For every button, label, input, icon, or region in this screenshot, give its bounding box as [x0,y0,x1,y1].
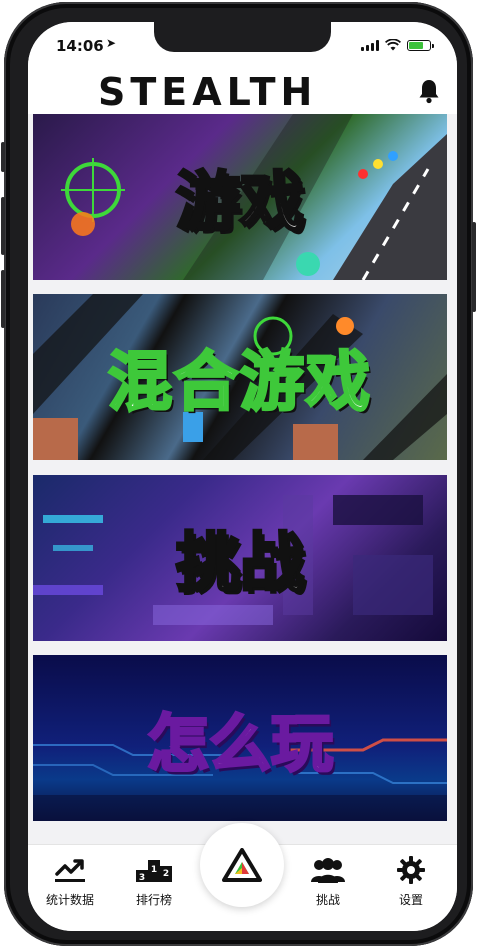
podium-icon: 3 1 2 [136,860,172,883]
tile-mixed-games-title: 混合游戏 [107,345,372,422]
stealth-logo: STEALTH [98,70,317,114]
users-icon [311,858,345,883]
status-icons [361,39,434,51]
signal-icon [361,39,379,51]
tile-how-to-play[interactable]: 怎么玩 [33,655,447,821]
nav-label-leaderboard: 排行榜 [135,893,172,907]
podium-digit-second: 2 [163,869,169,879]
bell-icon[interactable] [417,78,441,104]
mute-switch [1,142,5,172]
tile-mixed-games[interactable]: 混合游戏 [33,294,447,460]
podium-digit-first: 1 [151,865,157,875]
bottom-nav: 统计数据 3 1 2 排行榜 挑战 设置 [28,823,457,931]
status-time: 14:06 [56,37,104,55]
trend-chart-icon [55,859,85,882]
volume-down-button [1,270,5,328]
nav-label-stats: 统计数据 [45,893,94,907]
nav-item-stats[interactable]: 统计数据 [30,853,110,908]
volume-up-button [1,197,5,255]
phone-frame: 14:06 ➤ STEALTH 游戏 混合游戏 挑战 怎么玩 统计数据 3 1 … [1,2,476,946]
tile-how-to-play-title: 怎么玩 [145,706,334,782]
app-header: STEALTH [28,68,457,114]
tile-games[interactable]: 游戏 [33,114,447,280]
battery-icon [407,39,434,51]
notch [154,22,331,52]
tile-challenge-title: 挑战 [175,526,306,603]
logo-text: STEALTH [98,70,318,114]
nav-item-challenge[interactable]: 挑战 [288,853,368,908]
wifi-icon [385,39,401,51]
nav-label-settings: 设置 [398,893,423,907]
phone-screen: 14:06 ➤ STEALTH 游戏 混合游戏 挑战 怎么玩 统计数据 3 1 … [28,22,457,931]
nav-item-settings[interactable]: 设置 [371,853,451,908]
nav-item-leaderboard[interactable]: 3 1 2 排行榜 [114,853,194,908]
tile-games-title: 游戏 [175,165,306,242]
nav-home-button[interactable] [200,823,284,907]
location-arrow-icon: ➤ [106,36,117,50]
gear-icon [397,856,425,884]
tile-challenge[interactable]: 挑战 [33,475,447,641]
podium-digit-third: 3 [139,873,145,883]
nav-label-challenge: 挑战 [315,893,340,907]
stealth-logo-icon [222,848,262,882]
power-button [472,222,476,312]
